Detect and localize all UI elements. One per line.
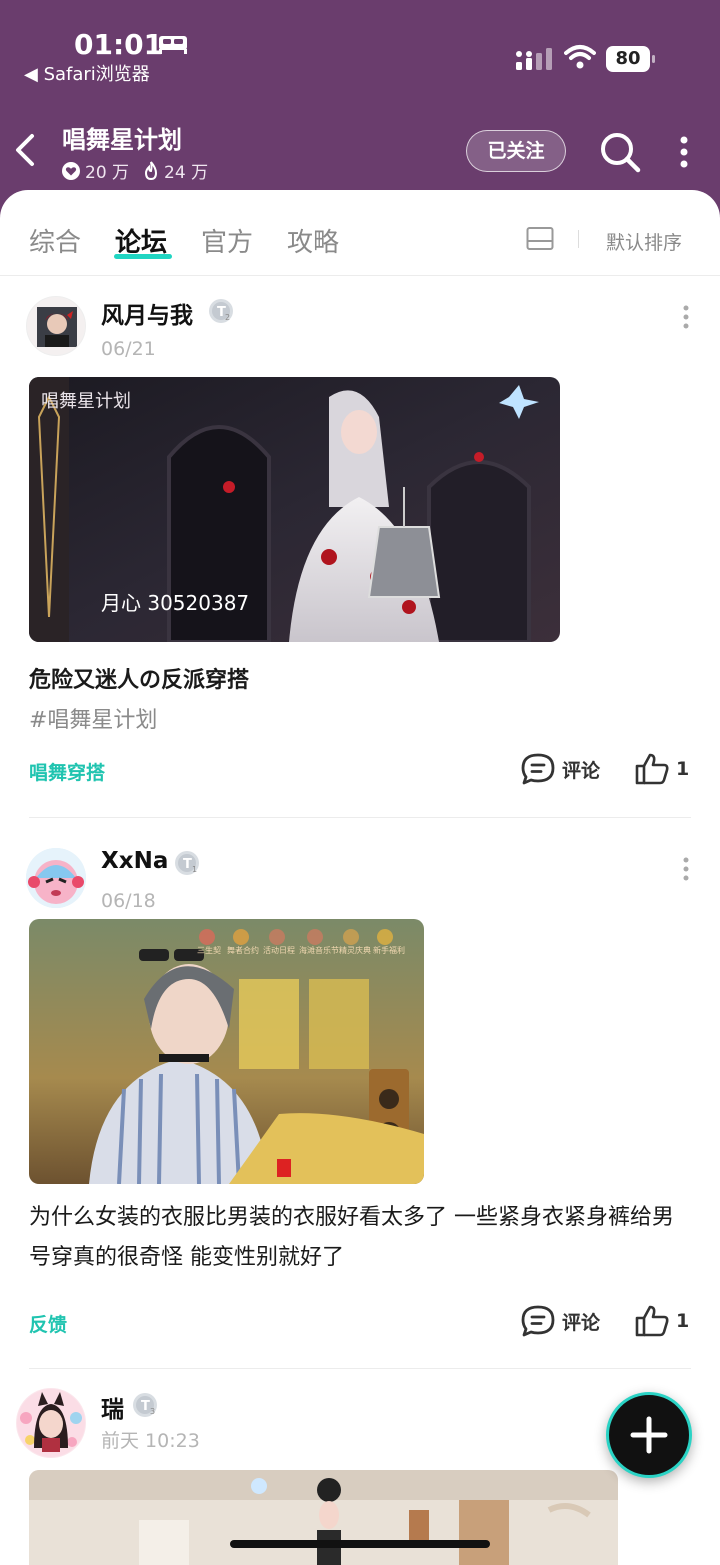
like-count: 1 xyxy=(676,758,690,780)
image-menu-item: 舞者合约 xyxy=(227,945,259,955)
post-card[interactable]: 风月与我 T 2 06/21 唱舞星计划 月心 30520387 危险又迷人の反… xyxy=(0,276,720,816)
comment-icon xyxy=(521,753,555,785)
image-caption: 月心 30520387 xyxy=(101,591,249,615)
post-category-tag[interactable]: 唱舞穿搭 xyxy=(29,758,105,785)
post-card[interactable]: XxNa T 1 06/18 三生契 舞者合约 活动日程 海滩音乐节 精灵庆典 … xyxy=(0,828,720,1368)
image-menu-item: 新手福利 xyxy=(373,945,405,955)
post-image[interactable]: 三生契 舞者合约 活动日程 海滩音乐节 精灵庆典 新手福利 xyxy=(29,919,424,1184)
comment-button[interactable]: 评论 xyxy=(520,1304,600,1338)
battery-level: 80 xyxy=(606,46,650,72)
heat-stat: 24 万 xyxy=(143,158,208,183)
image-menu-item: 活动日程 xyxy=(263,945,295,955)
post-body[interactable]: 为什么女装的衣服比男装的衣服好看太多了 一些紧身衣紧身裤给男号穿真的很奇怪 能变… xyxy=(29,1198,693,1278)
avatar-image xyxy=(26,848,86,908)
post-image-art: 三生契 舞者合约 活动日程 海滩音乐节 精灵庆典 新手福利 xyxy=(29,919,424,1184)
avatar[interactable] xyxy=(26,848,86,908)
username[interactable]: 风月与我 xyxy=(101,296,193,330)
content-panel: 综合 论坛 官方 攻略 默认排序 风月与我 T 2 06/21 唱舞星计划 月心… xyxy=(0,190,720,1565)
avatar-image xyxy=(37,307,77,347)
home-indicator[interactable] xyxy=(230,1540,490,1548)
comment-icon xyxy=(521,1305,555,1337)
likes-count: 20 万 xyxy=(85,163,130,183)
flame-icon xyxy=(145,160,158,180)
tab-official[interactable]: 官方 xyxy=(201,222,253,259)
topic-header: 唱舞星计划 20 万 24 万 已关注 xyxy=(0,100,720,195)
follow-button[interactable]: 已关注 xyxy=(466,130,566,172)
comment-label: 评论 xyxy=(562,759,601,782)
image-menu-item: 精灵庆典 xyxy=(339,945,371,955)
thumbs-up-icon xyxy=(635,753,669,785)
status-bar: 01:01 ◀ Safari浏览器 80 xyxy=(0,0,720,100)
svg-text:2: 2 xyxy=(225,313,230,322)
svg-text:3: 3 xyxy=(150,1407,155,1416)
active-tab-indicator xyxy=(114,254,172,259)
sort-dropdown[interactable]: 默认排序 xyxy=(606,228,682,255)
battery-indicator: 80 xyxy=(606,46,655,72)
thumbs-up-icon xyxy=(635,1305,669,1337)
post-category-tag[interactable]: 反馈 xyxy=(29,1310,67,1337)
more-options-icon[interactable] xyxy=(672,134,696,170)
post-date: 06/18 xyxy=(101,890,156,912)
level-badge-icon: T 3 xyxy=(133,1393,157,1417)
post-divider xyxy=(29,817,691,818)
level-badge-icon: T 2 xyxy=(209,299,233,323)
like-count: 1 xyxy=(676,1310,690,1332)
plus-icon xyxy=(630,1416,668,1454)
back-to-safari-link[interactable]: ◀ Safari浏览器 xyxy=(24,60,150,86)
post-date: 前天 10:23 xyxy=(101,1430,200,1452)
page-title: 唱舞星计划 xyxy=(62,126,182,154)
heart-icon xyxy=(62,161,80,180)
comment-button[interactable]: 评论 xyxy=(520,752,600,786)
avatar-image xyxy=(17,1389,85,1457)
username[interactable]: XxNa xyxy=(101,848,168,874)
tab-bar: 综合 论坛 官方 攻略 默认排序 xyxy=(0,190,720,276)
post-date: 06/21 xyxy=(101,338,156,360)
post-more-icon[interactable] xyxy=(676,856,696,884)
post-hashtag[interactable]: #唱舞星计划 xyxy=(29,702,157,734)
post-image-art: 唱舞星计划 月心 30520387 xyxy=(29,377,560,642)
svg-text:T: T xyxy=(141,1399,150,1414)
create-post-button[interactable] xyxy=(606,1392,692,1478)
likes-stat: 20 万 xyxy=(62,158,129,183)
post-divider xyxy=(29,1368,691,1369)
layout-toggle-icon[interactable] xyxy=(526,226,554,252)
wifi-icon xyxy=(564,45,596,69)
avatar[interactable] xyxy=(16,1388,86,1458)
svg-text:1: 1 xyxy=(192,865,197,874)
search-icon[interactable] xyxy=(598,130,642,174)
svg-text:T: T xyxy=(183,857,192,872)
username[interactable]: 瑞 xyxy=(101,1390,124,1424)
heat-count: 24 万 xyxy=(164,163,209,183)
post-title[interactable]: 危险又迷人の反派穿搭 xyxy=(29,662,249,694)
avatar[interactable] xyxy=(26,296,86,356)
tab-general[interactable]: 综合 xyxy=(29,222,81,259)
tab-guides[interactable]: 攻略 xyxy=(287,222,339,259)
like-button[interactable]: 1 xyxy=(634,1304,689,1338)
battery-tip xyxy=(652,55,655,63)
topic-stats: 20 万 24 万 xyxy=(62,158,222,183)
post-image[interactable]: 唱舞星计划 月心 30520387 xyxy=(29,377,560,642)
like-button[interactable]: 1 xyxy=(634,752,689,786)
post-image-art xyxy=(29,1470,618,1565)
status-time: 01:01 xyxy=(74,28,164,61)
sleep-focus-icon xyxy=(159,36,187,54)
cellular-signal-icon xyxy=(516,48,552,70)
back-button[interactable] xyxy=(8,128,42,172)
post-more-icon[interactable] xyxy=(676,304,696,332)
image-menu-item: 海滩音乐节 xyxy=(299,945,339,955)
post-image[interactable] xyxy=(29,1470,618,1565)
tab-separator xyxy=(578,230,579,248)
level-badge-icon: T 1 xyxy=(175,851,199,875)
comment-label: 评论 xyxy=(562,1311,601,1334)
image-menu-item: 三生契 xyxy=(197,945,221,955)
image-logo: 唱舞星计划 xyxy=(41,391,131,412)
